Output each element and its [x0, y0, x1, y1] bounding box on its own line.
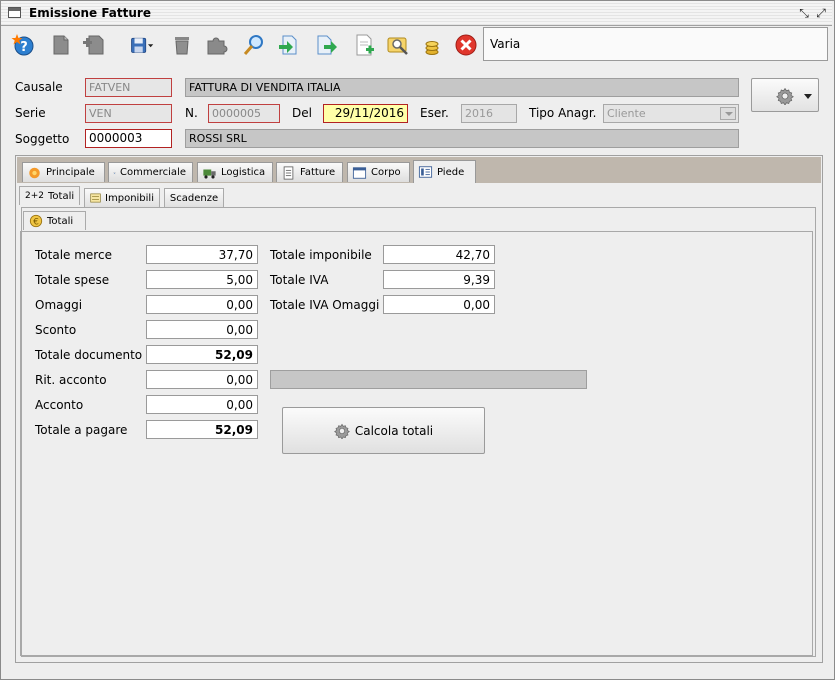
trash-icon[interactable] — [169, 32, 195, 58]
window-title: Emissione Fatture — [29, 6, 151, 20]
save-icon[interactable] — [125, 32, 159, 58]
new-page-icon[interactable] — [351, 32, 377, 58]
serie-label: Serie — [15, 106, 46, 120]
chevron-down-icon[interactable] — [720, 107, 736, 120]
totale-spese-label: Totale spese — [35, 273, 110, 287]
footer-icon — [418, 166, 433, 178]
causale-label: Causale — [15, 80, 63, 94]
date-field[interactable]: 29/11/2016 — [323, 104, 408, 123]
user-search-icon[interactable] — [385, 32, 411, 58]
omaggi-label: Omaggi — [35, 298, 83, 312]
totale-imponibile-value: 42,70 — [383, 245, 495, 264]
subtab-imponibili[interactable]: Imponibili — [84, 188, 160, 207]
network-icon — [113, 171, 116, 174]
svg-text:?: ? — [20, 40, 28, 55]
gear-icon — [333, 423, 350, 439]
totale-a-pagare-label: Totale a pagare — [35, 423, 128, 437]
euro-icon: € — [29, 214, 43, 228]
serie-field[interactable]: VEN — [85, 104, 172, 123]
calcola-totali-label: Calcola totali — [354, 423, 434, 438]
coins-icon[interactable] — [419, 32, 445, 58]
subtab-scadenze[interactable]: Scadenze — [164, 188, 224, 207]
minimize-icon[interactable]: ⤡ — [797, 6, 811, 20]
import-icon[interactable] — [276, 32, 302, 58]
totale-documento-label: Totale documento — [35, 348, 143, 362]
title-bar: Emissione Fatture ⤡ ⤢ — [1, 1, 832, 26]
sconto-value: 0,00 — [146, 320, 258, 339]
svg-text:€: € — [33, 218, 39, 228]
tab-strip: Principale Commerciale Logistica Fatture… — [17, 157, 821, 183]
acconto-label: Acconto — [35, 398, 84, 412]
varia-panel[interactable]: Varia — [483, 27, 828, 61]
esercizio-field: 2016 — [461, 104, 517, 123]
totale-iva-omaggi-label: Totale IVA Omaggi — [270, 298, 380, 312]
numero-label: N. — [185, 106, 198, 120]
soggetto-name-field: ROSSI SRL — [185, 129, 739, 148]
causale-code-field[interactable]: FATVEN — [85, 78, 172, 97]
export-icon[interactable] — [313, 32, 339, 58]
cancel-icon[interactable] — [453, 32, 479, 58]
totale-a-pagare-value: 52,09 — [146, 420, 258, 439]
settings-menu-button[interactable] — [751, 78, 819, 112]
totale-iva-value: 9,39 — [383, 270, 495, 289]
window-icon — [352, 166, 367, 179]
search-icon[interactable] — [241, 32, 267, 58]
window-icon — [8, 7, 21, 18]
rit-acconto-description-field — [270, 370, 587, 389]
totale-merce-value: 37,70 — [146, 245, 258, 264]
tab-corpo[interactable]: Corpo — [347, 162, 410, 182]
calcola-totali-button[interactable]: Calcola totali — [282, 407, 485, 454]
tab-principale[interactable]: Principale — [22, 162, 105, 182]
puzzle-icon[interactable] — [203, 32, 229, 58]
omaggi-value: 0,00 — [146, 295, 258, 314]
eser-label: Eser. — [420, 106, 449, 120]
totale-documento-value: 52,09 — [146, 345, 258, 364]
maximize-icon[interactable]: ⤢ — [814, 6, 828, 20]
totale-merce-label: Totale merce — [35, 248, 112, 262]
flower-icon — [29, 167, 40, 178]
totale-iva-label: Totale IVA — [270, 273, 329, 287]
tipo-anagr-label: Tipo Anagr. — [529, 106, 597, 120]
invoice-icon — [283, 165, 294, 180]
add-document-icon[interactable] — [81, 32, 107, 58]
rit-acconto-label: Rit. acconto — [35, 373, 107, 387]
list-icon — [90, 193, 101, 203]
totale-imponibile-label: Totale imponibile — [270, 248, 372, 262]
tab-piede[interactable]: Piede — [413, 160, 476, 183]
document-icon[interactable] — [48, 32, 74, 58]
subtab-totali[interactable]: 2+2 Totali — [19, 186, 80, 205]
totale-spese-value: 5,00 — [146, 270, 258, 289]
inner-tab-totali[interactable]: € Totali — [23, 211, 86, 230]
varia-label: Varia — [490, 37, 521, 51]
chevron-down-icon — [804, 94, 812, 99]
tab-fatture[interactable]: Fatture — [276, 162, 343, 182]
rit-acconto-value: 0,00 — [146, 370, 258, 389]
tab-logistica[interactable]: Logistica — [197, 162, 273, 182]
numero-field[interactable]: 0000005 — [208, 104, 280, 123]
gear-icon — [776, 87, 794, 105]
help-star-icon[interactable]: ? — [10, 32, 36, 58]
del-label: Del — [292, 106, 312, 120]
causale-description-field: FATTURA DI VENDITA ITALIA — [185, 78, 739, 97]
soggetto-code-field[interactable]: 0000003 — [85, 129, 172, 148]
soggetto-label: Soggetto — [15, 132, 70, 146]
truck-icon — [203, 169, 216, 179]
sconto-label: Sconto — [35, 323, 77, 337]
tab-commerciale[interactable]: Commerciale — [108, 162, 193, 182]
tipo-anagr-value: Cliente — [607, 107, 646, 120]
acconto-value: 0,00 — [146, 395, 258, 414]
tipo-anagr-select[interactable]: Cliente — [603, 104, 739, 123]
totale-iva-omaggi-value: 0,00 — [383, 295, 495, 314]
